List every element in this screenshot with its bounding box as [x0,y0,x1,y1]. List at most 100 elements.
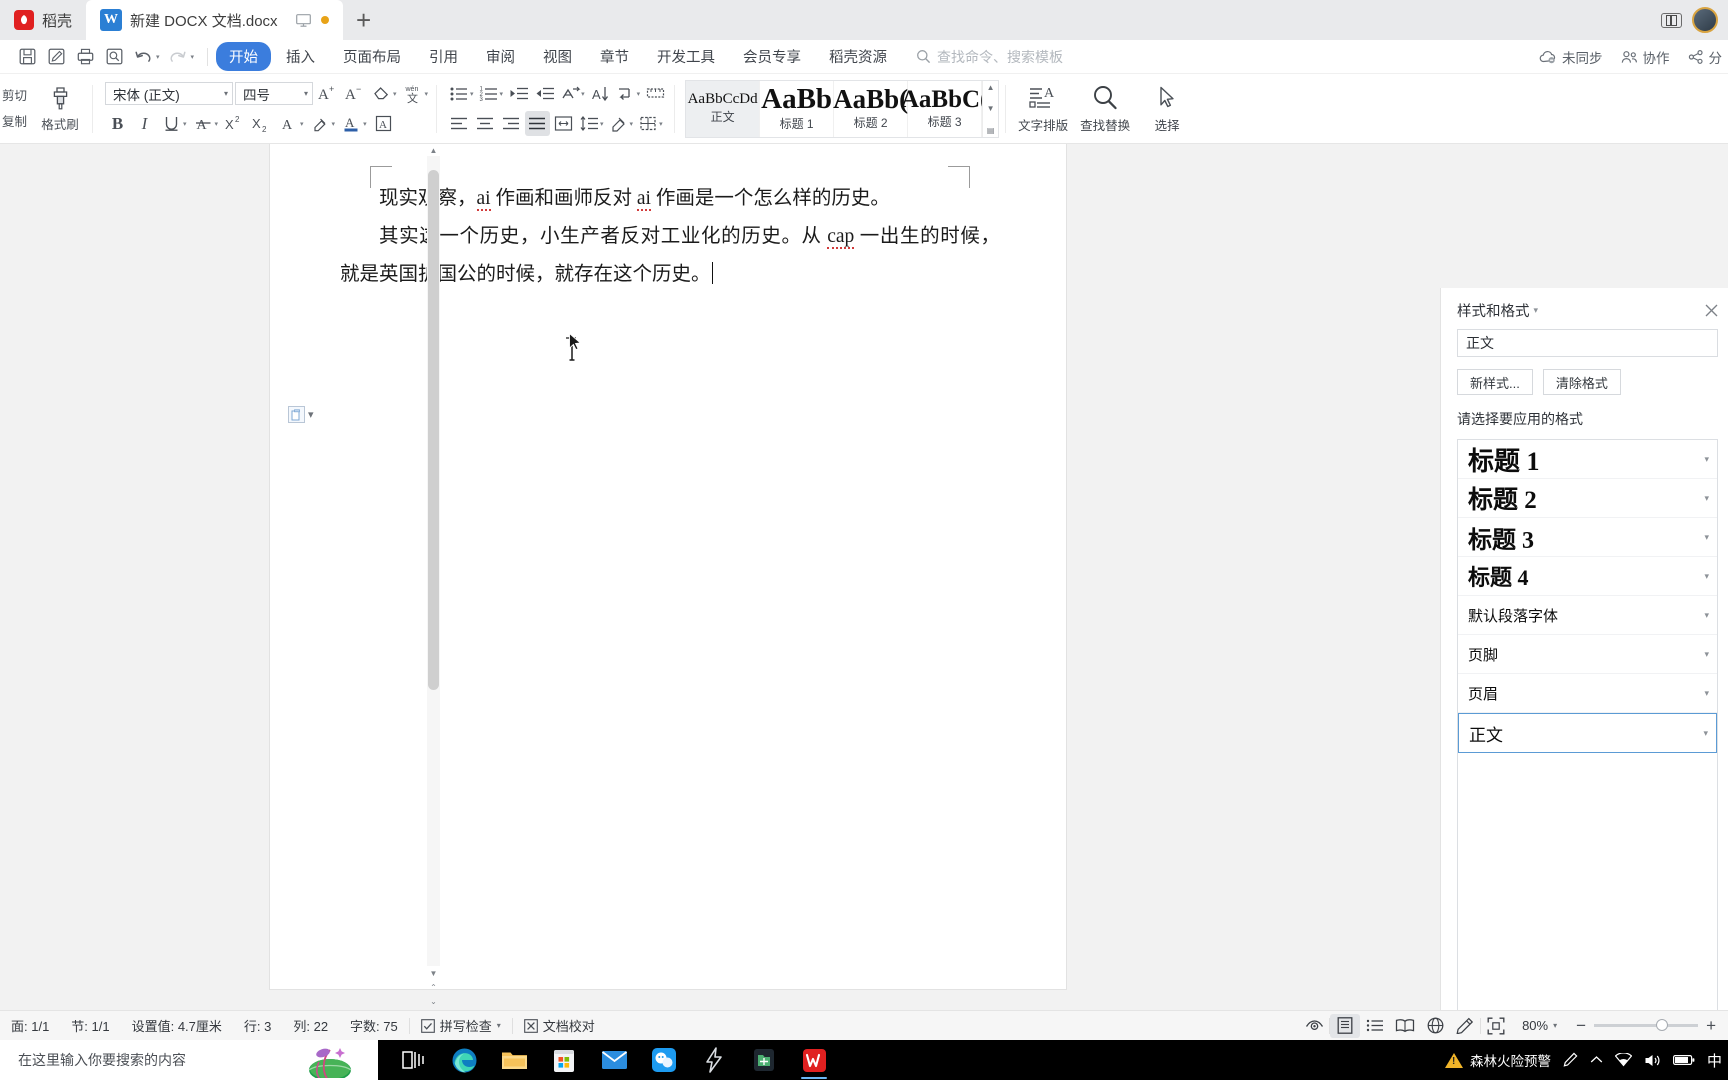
strikethrough-icon[interactable]: A [191,111,216,136]
style-list-item-selected[interactable]: 正文 ▾ [1458,713,1717,753]
tab-references[interactable]: 引用 [416,42,471,71]
tab-start[interactable]: 开始 [216,42,272,71]
cortana-icon[interactable] [300,1042,360,1080]
underline-icon[interactable] [159,111,184,136]
present-monitor-icon[interactable] [295,13,311,27]
grow-font-icon[interactable]: A + [315,81,340,106]
style-option-body[interactable]: AaBbCcDd 正文 [686,80,761,137]
current-style-field[interactable]: 正文 [1457,329,1718,357]
align-justify-icon[interactable] [525,111,551,136]
redo-icon[interactable] [165,44,191,70]
chevron-up-tray-icon[interactable] [1590,1055,1603,1065]
microsoft-store-icon[interactable] [542,1040,586,1080]
text-layout-button[interactable]: A 文字排版 [1012,84,1074,134]
sync-status[interactable]: 未同步 [1539,47,1603,67]
chevron-down-icon[interactable]: ▾ [1534,305,1539,316]
style-item-menu-icon[interactable]: ▾ [1704,571,1709,582]
smart-typography-icon[interactable] [558,81,583,106]
status-spell-check[interactable]: 拼写检查 ▾ [410,1016,512,1035]
new-style-button[interactable]: 新样式... [1457,369,1533,395]
numbering-icon[interactable]: 123 [477,81,502,106]
flash-icon[interactable] [692,1040,736,1080]
italic-icon[interactable]: I [132,111,157,136]
file-explorer-icon[interactable] [492,1040,536,1080]
tab-developer-tools[interactable]: 开发工具 [644,42,728,71]
bold-icon[interactable]: B [105,111,130,136]
reading-eye-icon[interactable] [1299,1014,1329,1038]
status-position[interactable]: 设置值: 4.7厘米 [121,1016,233,1035]
next-page-icon[interactable]: ⌄ [427,995,440,1008]
clear-format-button[interactable]: 清除格式 [1542,369,1621,395]
document-page[interactable]: 现实观察，ai 作画和画师反对 ai 作画是一个怎么样的历史。 其实这一个历史，… [270,144,1066,989]
style-option-heading-2[interactable]: AaBb( 标题 2 [833,80,908,137]
font-size-select[interactable]: 四号 ▾ [235,82,313,105]
character-border-icon[interactable]: A [276,111,301,136]
undo-dropdown-caret-icon[interactable]: ▾ [156,53,160,61]
line-spacing-icon[interactable] [577,111,602,136]
tab-daoke[interactable]: 稻壳 [0,0,87,40]
tab-review[interactable]: 审阅 [473,42,528,71]
customize-qat-icon[interactable]: ▾ [191,53,195,61]
sort-icon[interactable]: A [588,81,613,106]
align-left-icon[interactable] [447,111,472,136]
tab-document[interactable]: W 新建 DOCX 文档.docx [86,0,343,40]
save-icon[interactable] [14,44,40,70]
status-row[interactable]: 行: 3 [233,1016,282,1035]
clear-format-icon[interactable] [369,81,394,106]
chevron-down-icon[interactable]: ▾ [1553,1021,1557,1030]
style-item-menu-icon[interactable]: ▾ [1704,493,1709,504]
edge-browser-icon[interactable] [442,1040,486,1080]
style-list-item[interactable]: 页眉 ▾ [1458,674,1717,713]
task-view-icon[interactable] [392,1040,436,1080]
zoom-slider-track[interactable] [1594,1019,1699,1031]
paste-options-button[interactable]: ▾ [288,406,314,423]
mail-icon[interactable] [592,1040,636,1080]
undo-icon[interactable] [130,44,156,70]
style-gallery-scroll[interactable]: ▲ ▼ ▤ [982,80,999,137]
pinyin-guide-icon[interactable]: wén 文 [401,81,426,106]
distribute-icon[interactable] [551,111,576,136]
scroll-up-icon[interactable]: ▲ [987,83,995,92]
wps-icon[interactable] [792,1040,836,1080]
zoom-in-button[interactable]: + [1706,1016,1716,1036]
zoom-out-button[interactable]: − [1576,1016,1586,1036]
borders-icon[interactable] [636,111,661,136]
copy-button[interactable]: 复制 [2,109,34,135]
ruler-grid-icon[interactable] [643,81,668,106]
scrollbar-track[interactable] [427,156,440,966]
edit-pen-icon[interactable] [1450,1014,1480,1038]
status-doc-proof[interactable]: 文档校对 [513,1016,606,1035]
find-replace-button[interactable]: 查找替换 [1074,84,1136,134]
style-list-item[interactable]: 页脚 ▾ [1458,635,1717,674]
increase-indent-icon[interactable] [532,81,557,106]
scrollbar-thumb[interactable] [428,170,439,690]
style-item-menu-icon[interactable]: ▾ [1704,532,1709,543]
wechat-icon[interactable] [642,1040,686,1080]
fit-page-icon[interactable] [1481,1014,1511,1038]
tab-section[interactable]: 章节 [587,42,642,71]
page-layout-view-icon[interactable] [1330,1013,1361,1038]
pen-tray-icon[interactable] [1563,1052,1578,1069]
show-marks-icon[interactable] [614,81,639,106]
cut-button[interactable]: 剪切 [2,83,34,109]
status-section[interactable]: 节: 1/1 [60,1016,120,1035]
style-gallery-expand-icon[interactable]: ▤ [987,126,995,135]
zoom-slider-knob[interactable] [1656,1019,1669,1031]
shading-icon[interactable] [607,111,632,136]
tab-view[interactable]: 视图 [530,42,585,71]
volume-tray-icon[interactable] [1644,1053,1661,1068]
align-center-icon[interactable] [473,111,498,136]
zoom-slider[interactable]: − + [1568,1016,1724,1036]
document-scrollbar[interactable]: ▲ ▼ ⌃ ⌄ [427,144,440,1010]
style-item-menu-icon[interactable]: ▾ [1704,688,1709,699]
style-list-item[interactable]: 标题 2 ▾ [1458,479,1717,518]
style-list-item[interactable]: 标题 4 ▾ [1458,557,1717,596]
new-tab-button[interactable]: + [343,0,385,40]
style-item-menu-icon[interactable]: ▾ [1703,728,1708,739]
style-item-menu-icon[interactable]: ▾ [1704,610,1709,621]
subscript-icon[interactable]: X2 [249,111,274,136]
chevron-down-icon[interactable]: ▾ [497,1021,501,1030]
avatar[interactable] [1692,7,1718,33]
style-option-heading-1[interactable]: AaBb 标题 1 [760,80,835,137]
zoom-level[interactable]: 80% ▾ [1511,1018,1568,1033]
